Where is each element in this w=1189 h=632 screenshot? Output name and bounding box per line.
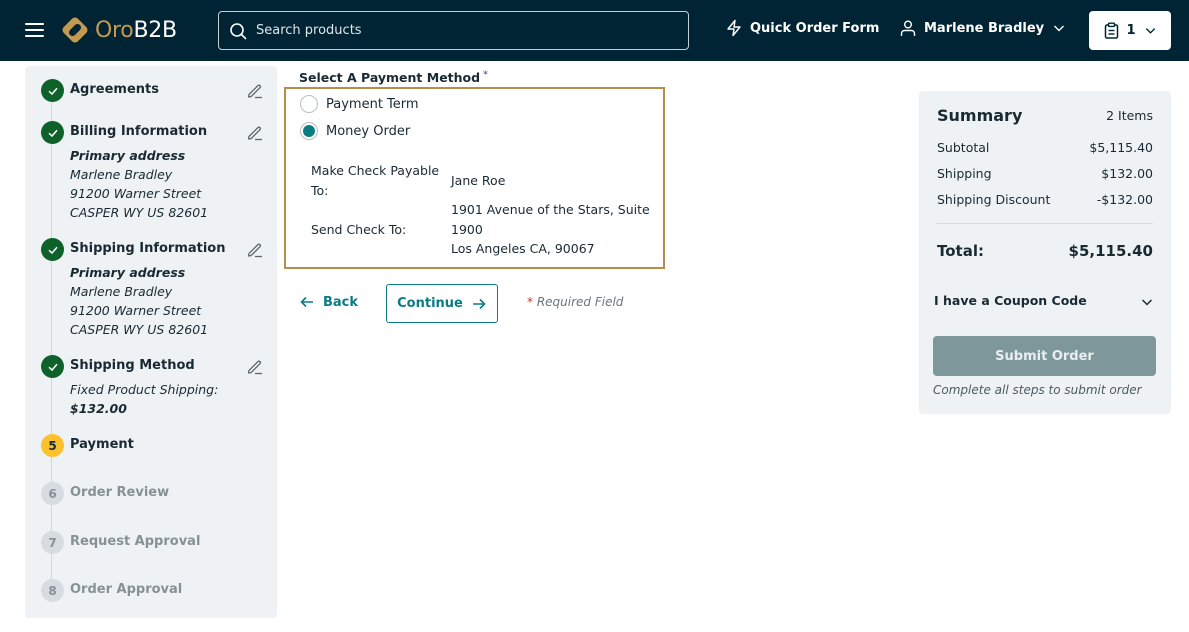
required-asterisk: * xyxy=(483,70,488,80)
user-name: Marlene Bradley xyxy=(924,20,1045,36)
lightning-icon xyxy=(727,19,741,37)
step-title: Payment xyxy=(70,437,134,452)
step-title: Request Approval xyxy=(70,534,201,549)
address-street: 91200 Warner Street xyxy=(70,303,202,318)
check-icon xyxy=(47,363,58,371)
step-details: Primary address Marlene Bradley 91200 Wa… xyxy=(70,146,208,222)
step-completed-badge xyxy=(41,238,64,261)
check-icon xyxy=(47,129,58,137)
summary-row-subtotal: Subtotal $5,115.40 xyxy=(937,140,1153,155)
step-details: Primary address Marlene Bradley 91200 Wa… xyxy=(70,263,208,339)
clipboard-icon xyxy=(1105,22,1119,39)
edit-pencil-icon[interactable] xyxy=(246,357,264,375)
radio-money-order[interactable] xyxy=(300,122,318,140)
brand-logo[interactable]: OroB2B xyxy=(60,14,177,46)
address-city: CASPER WY US 82601 xyxy=(70,322,209,337)
address-name: Marlene Bradley xyxy=(70,167,173,182)
edit-pencil-icon[interactable] xyxy=(246,123,264,141)
send-check-to-value: 1901 Avenue of the Stars, Suite 1900 Los… xyxy=(451,202,650,256)
back-button[interactable]: Back xyxy=(299,294,358,310)
payment-method-label: Select A Payment Method * xyxy=(299,70,488,85)
step-number-badge: 7 xyxy=(41,531,64,554)
option-label: Money Order xyxy=(326,123,411,139)
step-number-badge: 5 xyxy=(41,434,64,457)
summary-divider xyxy=(937,223,1153,224)
radio-payment-term[interactable] xyxy=(300,95,318,113)
continue-button[interactable]: Continue xyxy=(386,284,498,323)
chevron-down-icon xyxy=(1141,299,1153,306)
step-title: Shipping Method xyxy=(70,358,195,373)
arrow-right-icon xyxy=(472,298,486,309)
edit-pencil-icon[interactable] xyxy=(246,240,264,258)
quick-order-form-link[interactable]: Quick Order Form xyxy=(725,19,879,37)
summary-row-shipping-discount: Shipping Discount -$132.00 xyxy=(937,192,1153,207)
edit-pencil-icon[interactable] xyxy=(246,81,264,99)
payment-option-payment-term[interactable]: Payment Term xyxy=(300,95,419,113)
address-label: Primary address xyxy=(70,148,186,163)
top-header: OroB2B Quick Order Form Marlene Bradley … xyxy=(0,0,1189,61)
step-completed-badge xyxy=(41,121,64,144)
shopping-list-button[interactable]: 1 xyxy=(1089,11,1171,50)
search-icon[interactable] xyxy=(229,22,247,40)
payable-to-label: Make Check Payable To: xyxy=(311,163,440,198)
step-number-badge: 6 xyxy=(41,482,64,505)
order-summary: Summary 2 Items Subtotal $5,115.40 Shippi… xyxy=(919,91,1171,414)
required-field-note: * Required Field xyxy=(527,295,624,309)
summary-total: Total: $5,115.40 xyxy=(937,242,1153,260)
send-check-to-label: Send Check To: xyxy=(311,222,407,237)
shipping-method-name: Fixed Product Shipping: xyxy=(70,382,219,397)
step-title: Shipping Information xyxy=(70,241,226,256)
payment-method-group: Payment Term Money Order Make Check Paya… xyxy=(284,87,665,269)
coupon-code-toggle[interactable]: I have a Coupon Code xyxy=(934,293,1156,308)
address-city: CASPER WY US 82601 xyxy=(70,205,209,220)
user-icon xyxy=(900,20,916,36)
shipping-method-price: $132.00 xyxy=(70,401,127,416)
step-title: Agreements xyxy=(70,82,159,97)
check-icon xyxy=(47,87,58,95)
summary-items-count: 2 Items xyxy=(1106,108,1153,123)
submit-order-button[interactable]: Submit Order xyxy=(933,336,1156,376)
summary-title: Summary xyxy=(937,106,1023,125)
payable-to-value: Jane Roe xyxy=(451,173,506,188)
payment-option-money-order[interactable]: Money Order xyxy=(300,122,410,140)
step-details: Fixed Product Shipping: $132.00 xyxy=(70,380,218,418)
user-menu[interactable]: Marlene Bradley xyxy=(899,19,1066,37)
hamburger-icon[interactable] xyxy=(25,22,44,38)
step-title: Order Approval xyxy=(70,582,183,597)
address-label: Primary address xyxy=(70,265,186,280)
logo-mark-icon xyxy=(62,17,88,43)
arrow-left-icon xyxy=(300,296,313,308)
steps-connector-line xyxy=(51,91,52,591)
step-number-badge: 8 xyxy=(41,579,64,602)
step-completed-badge xyxy=(41,355,64,378)
option-label: Payment Term xyxy=(326,96,419,112)
step-title: Billing Information xyxy=(70,124,208,139)
step-title: Order Review xyxy=(70,485,170,500)
search-box xyxy=(218,11,689,50)
check-icon xyxy=(47,246,58,254)
cart-count: 1 xyxy=(1126,23,1136,38)
address-street: 91200 Warner Street xyxy=(70,186,202,201)
checkout-steps-sidebar: Agreements Billing Information Primary a… xyxy=(25,66,277,618)
quick-order-label: Quick Order Form xyxy=(750,20,880,36)
chevron-down-icon xyxy=(1054,25,1065,32)
brand-name: OroB2B xyxy=(95,17,177,43)
step-completed-badge xyxy=(41,79,64,102)
summary-row-shipping: Shipping $132.00 xyxy=(937,166,1153,181)
submit-order-note: Complete all steps to submit order xyxy=(933,383,1142,397)
address-name: Marlene Bradley xyxy=(70,284,173,299)
search-input[interactable] xyxy=(256,23,656,38)
chevron-down-icon xyxy=(1145,28,1155,34)
